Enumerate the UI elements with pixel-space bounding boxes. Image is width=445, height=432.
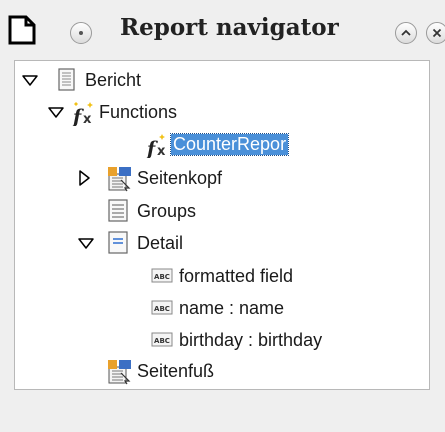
tree-item-label: Bericht <box>85 70 142 90</box>
tree-item-label: birthday : birthday <box>179 330 323 350</box>
dot-circle-icon <box>79 31 83 35</box>
section-icon <box>108 360 131 385</box>
groups-icon <box>108 199 128 222</box>
close-icon <box>432 28 442 38</box>
tree-item-label: formatted field <box>179 266 294 286</box>
function-icon: f x <box>145 134 166 158</box>
tree-item-label: Seitenfuß <box>137 361 215 381</box>
window-title: Report navigator <box>120 14 339 41</box>
svg-text:ABC: ABC <box>154 305 170 313</box>
detail-icon <box>108 231 128 254</box>
collapse-arrow-icon[interactable] <box>75 169 95 189</box>
tree-item-label: Detail <box>137 233 184 253</box>
svg-text:x: x <box>157 144 166 158</box>
text-field-icon: ABC <box>151 268 173 283</box>
tree-item-label: Functions <box>99 102 178 122</box>
close-button[interactable] <box>426 22 445 44</box>
svg-text:ABC: ABC <box>154 273 170 281</box>
chevron-up-icon <box>401 29 411 36</box>
document-icon <box>8 15 36 45</box>
svg-text:ABC: ABC <box>154 337 170 345</box>
expand-arrow-icon[interactable] <box>47 103 67 123</box>
text-field-icon: ABC <box>151 332 173 347</box>
title-bar: Report navigator <box>0 0 445 58</box>
report-icon <box>58 68 75 91</box>
window-menu-button[interactable] <box>70 22 92 44</box>
tree-item-label-selected: CounterRepor <box>169 133 290 156</box>
minimize-button[interactable] <box>395 22 417 44</box>
functions-icon: f x <box>71 102 93 126</box>
text-field-icon: ABC <box>151 300 173 315</box>
report-tree[interactable]: Bericht f x Functions f x CounterRepor S… <box>14 60 430 390</box>
expand-arrow-icon[interactable] <box>21 71 41 91</box>
svg-text:x: x <box>83 112 92 126</box>
tree-item-label: name : name <box>179 298 285 318</box>
tree-item-label: Seitenkopf <box>137 168 223 188</box>
tree-item-label: Groups <box>137 201 197 221</box>
section-icon <box>108 167 131 192</box>
expand-arrow-icon[interactable] <box>77 234 97 254</box>
